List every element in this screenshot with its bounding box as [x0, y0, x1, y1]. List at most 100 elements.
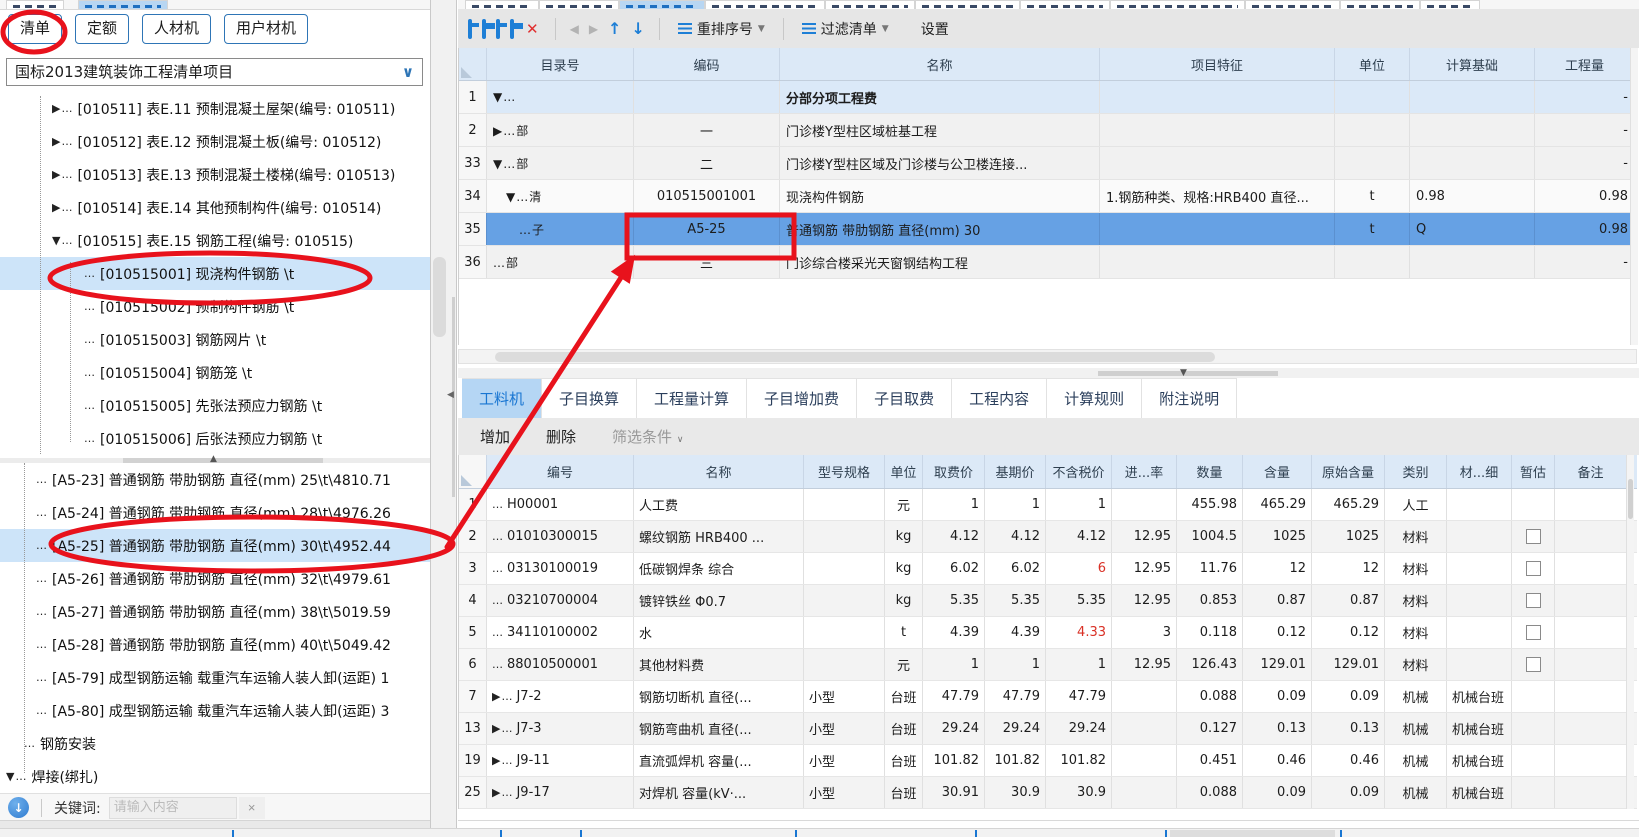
cell-base-price[interactable]: 4.12	[985, 521, 1046, 552]
detail-tab[interactable]: 子目取费	[857, 378, 952, 418]
col-header-quantity[interactable]: 工程量	[1535, 48, 1635, 80]
clipped-tab[interactable]	[1340, 0, 1420, 9]
cell-directory[interactable]: ▼…	[487, 81, 634, 113]
cell-code[interactable]: 二	[634, 147, 780, 179]
cell-fee-price[interactable]: 101.82	[923, 745, 985, 776]
cell-rate[interactable]: 12.95	[1112, 585, 1177, 616]
row-number[interactable]: 2	[459, 521, 487, 552]
cell-note[interactable]	[1555, 713, 1627, 744]
cell-calcbase[interactable]: Q	[1410, 213, 1535, 245]
cell-material-detail[interactable]	[1447, 489, 1512, 520]
filter-condition-button[interactable]: 筛选条件 ∨	[598, 426, 697, 447]
cell-spec[interactable]: 小型	[804, 713, 885, 744]
row-number[interactable]: 33	[459, 147, 487, 179]
cell-rate[interactable]	[1112, 713, 1177, 744]
cell-name[interactable]: 门诊楼Y型柱区域桩基工程	[780, 114, 1100, 146]
table-row[interactable]: 2 ▶…部 一 门诊楼Y型柱区域桩基工程 -	[459, 114, 1637, 147]
cell-quantity[interactable]: 0.98	[1535, 180, 1635, 212]
tree-item[interactable]: … [A5-27] 普通钢筋 带肋钢筋 直径(mm) 38\t\5019.59	[0, 595, 430, 628]
cell-content[interactable]: 0.46	[1243, 745, 1312, 776]
cell-quantity[interactable]: -	[1535, 147, 1635, 179]
cell-note[interactable]	[1555, 777, 1627, 808]
cell-quantity[interactable]: 0.853	[1177, 585, 1243, 616]
cell-notax-price[interactable]: 4.33	[1046, 617, 1112, 648]
clipped-tab[interactable]	[1110, 0, 1245, 9]
cell-note[interactable]	[1555, 617, 1627, 648]
cell-spec[interactable]: 小型	[804, 777, 885, 808]
cell-unit[interactable]	[1335, 246, 1410, 278]
cell-unit[interactable]: t	[885, 617, 923, 648]
cell-content[interactable]: 0.13	[1243, 713, 1312, 744]
cell-code[interactable]: ▶…J9-17	[487, 777, 634, 808]
cell-base-price[interactable]: 30.9	[985, 777, 1046, 808]
col-header-orig-content[interactable]: 原始含量	[1312, 455, 1385, 488]
cell-rate[interactable]: 12.95	[1112, 521, 1177, 552]
cell-orig-content[interactable]: 0.09	[1312, 681, 1385, 712]
cell-material-detail[interactable]	[1447, 617, 1512, 648]
cell-fee-price[interactable]: 5.35	[923, 585, 985, 616]
col-header-note[interactable]: 备注	[1555, 455, 1627, 488]
cell-category[interactable]: 机械	[1385, 713, 1447, 744]
cell-spec[interactable]	[804, 585, 885, 616]
tree-item[interactable]: ▶… [010514] 表E.14 其他预制构件(编号: 010514)	[0, 191, 430, 224]
cell-name[interactable]: 直流弧焊机 容量(...	[634, 745, 804, 776]
cell-unit[interactable]	[1335, 81, 1410, 113]
tree-item[interactable]: ▶… [010513] 表E.13 预制混凝土楼梯(编号: 010513)	[0, 158, 430, 191]
col-header-fee-price[interactable]: 取费价	[923, 455, 985, 488]
hscrollbar-thumb[interactable]	[495, 352, 1215, 362]
cell-code[interactable]: 010515001001	[634, 180, 780, 212]
tree-expander-icon[interactable]: …	[84, 399, 96, 412]
cell-name[interactable]: 现浇构件钢筋	[780, 180, 1100, 212]
cell-notax-price[interactable]: 29.24	[1046, 713, 1112, 744]
tree-expander-icon[interactable]: …	[492, 498, 504, 511]
cell-base-price[interactable]: 47.79	[985, 681, 1046, 712]
cell-base-price[interactable]: 5.35	[985, 585, 1046, 616]
tree-item[interactable]: … [010515006] 后张法预应力钢筋 \t	[0, 422, 430, 455]
expand-level-icon[interactable]	[482, 21, 486, 37]
cell-fee-price[interactable]: 47.79	[923, 681, 985, 712]
col-header-content[interactable]: 含量	[1243, 455, 1312, 488]
quota-mode-button[interactable]: 定额	[75, 14, 129, 44]
cell-quantity[interactable]: 0.451	[1177, 745, 1243, 776]
cell-unit[interactable]: kg	[885, 585, 923, 616]
col-header-feature[interactable]: 项目特征	[1100, 48, 1335, 80]
tree-expander-icon[interactable]: ▶…	[52, 201, 73, 214]
cell-name[interactable]: 对焊机 容量(kV·...	[634, 777, 804, 808]
tree-expander-icon[interactable]: ▶…	[492, 754, 513, 767]
cell-orig-content[interactable]: 0.13	[1312, 713, 1385, 744]
table-row[interactable]: 4 …03210700004 镀锌铁丝 Φ0.7 kg 5.35 5.35 5.…	[459, 585, 1637, 617]
cell-feature[interactable]	[1100, 114, 1335, 146]
cell-note[interactable]	[1555, 649, 1627, 680]
cell-feature[interactable]	[1100, 246, 1335, 278]
tree-expander-icon[interactable]: …	[84, 432, 96, 445]
cell-code[interactable]: …03130100019	[487, 553, 634, 584]
cell-name[interactable]: 人工费	[634, 489, 804, 520]
clipped-tab-active[interactable]	[78, 0, 168, 9]
col-header-quantity[interactable]: 数量	[1177, 455, 1243, 488]
table-row[interactable]: 36 …部 三 门诊综合楼采光天窗钢结构工程 -	[459, 246, 1637, 279]
tree-item[interactable]: … [010515005] 先张法预应力钢筋 \t	[0, 389, 430, 422]
cell-rate[interactable]	[1112, 777, 1177, 808]
cell-note[interactable]	[1555, 553, 1627, 584]
row-number[interactable]: 1	[459, 81, 487, 113]
cell-unit[interactable]: kg	[885, 521, 923, 552]
cell-material-detail[interactable]	[1447, 553, 1512, 584]
cell-quantity[interactable]: -	[1535, 81, 1635, 113]
cell-feature[interactable]	[1100, 213, 1335, 245]
cell-category[interactable]: 机械	[1385, 777, 1447, 808]
cell-material-detail[interactable]	[1447, 585, 1512, 616]
row-number[interactable]: 2	[459, 114, 487, 146]
cell-base-price[interactable]: 4.39	[985, 617, 1046, 648]
row-number[interactable]: 7	[459, 681, 487, 712]
cell-orig-content[interactable]: 465.29	[1312, 489, 1385, 520]
scroll-down-icon[interactable]: ↓	[8, 797, 29, 818]
tree-item[interactable]: ▶… [010511] 表E.11 预制混凝土屋架(编号: 010511)	[0, 92, 430, 125]
cell-rate[interactable]: 12.95	[1112, 649, 1177, 680]
cell-estimate[interactable]	[1512, 521, 1555, 552]
col-header-unit[interactable]: 单位	[1335, 48, 1410, 80]
cell-name[interactable]: 普通钢筋 带肋钢筋 直径(mm) 30	[780, 213, 1100, 245]
cell-estimate[interactable]	[1512, 553, 1555, 584]
cell-directory[interactable]: …子	[487, 213, 634, 245]
estimate-checkbox[interactable]	[1526, 625, 1541, 640]
cell-content[interactable]: 0.09	[1243, 777, 1312, 808]
